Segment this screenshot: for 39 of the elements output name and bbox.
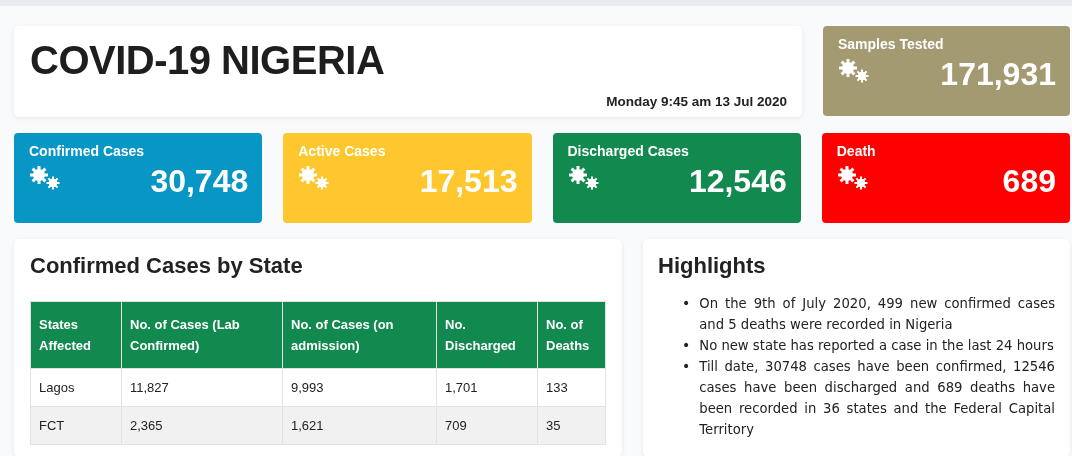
column-header: No. Discharged	[436, 301, 538, 369]
bullet: •	[682, 294, 691, 313]
column-header: No. of Cases (on admission)	[282, 301, 437, 369]
gears-icon	[567, 165, 602, 191]
stat-value: 17,513	[419, 162, 518, 201]
bullet: •	[682, 357, 691, 376]
table-cell: 2,365	[121, 406, 283, 445]
stat-value: 171,931	[940, 55, 1056, 94]
column-header: No. of Deaths	[537, 301, 606, 369]
gears-icon	[836, 165, 871, 191]
bullet: •	[682, 336, 691, 355]
table-cell: 1,701	[436, 368, 538, 407]
column-header: States Affected	[30, 301, 122, 369]
table-cell: 35	[537, 406, 606, 445]
highlight-item: On the 9th of July 2020, 499 new confirmed cases and 5 deaths were recorded in Nigeria	[699, 295, 1055, 334]
table-cell: FCT	[30, 406, 122, 445]
column-header: No. of Cases (Lab Confirmed)	[121, 301, 283, 369]
table-cell: 1,621	[282, 406, 437, 445]
gears-icon	[29, 165, 63, 191]
stat-label: Death	[836, 143, 876, 159]
table-cell: 11,827	[121, 368, 283, 407]
table-cell: Lagos	[30, 368, 122, 407]
stat-value: 30,748	[150, 162, 249, 201]
gears-icon	[838, 58, 872, 84]
table-cell: 133	[537, 368, 606, 407]
stat-value: 12,546	[688, 162, 787, 201]
stat-label: Active Cases	[298, 143, 386, 159]
stat-label: Confirmed Cases	[29, 143, 145, 159]
section-title: Confirmed Cases by State	[30, 253, 303, 279]
highlight-item: Till date, 30748 cases have been confirmed, 12546 cases have been discharged and 689 deaths have been recorded in 36 states and the Federal Capital Territory	[699, 358, 1055, 439]
stat-value: 689	[1002, 162, 1056, 201]
stat-label: Samples Tested	[838, 36, 944, 52]
page-title: COVID-19 NIGERIA	[30, 38, 385, 83]
section-title: Highlights	[658, 253, 766, 279]
timestamp: Monday 9:45 am 13 Jul 2020	[606, 94, 787, 109]
highlight-item: No new state has reported a case in the last 24 hours	[699, 337, 1055, 355]
stat-label: Discharged Cases	[567, 143, 689, 159]
table-cell: 709	[436, 406, 538, 445]
table-cell: 9,993	[282, 368, 437, 407]
